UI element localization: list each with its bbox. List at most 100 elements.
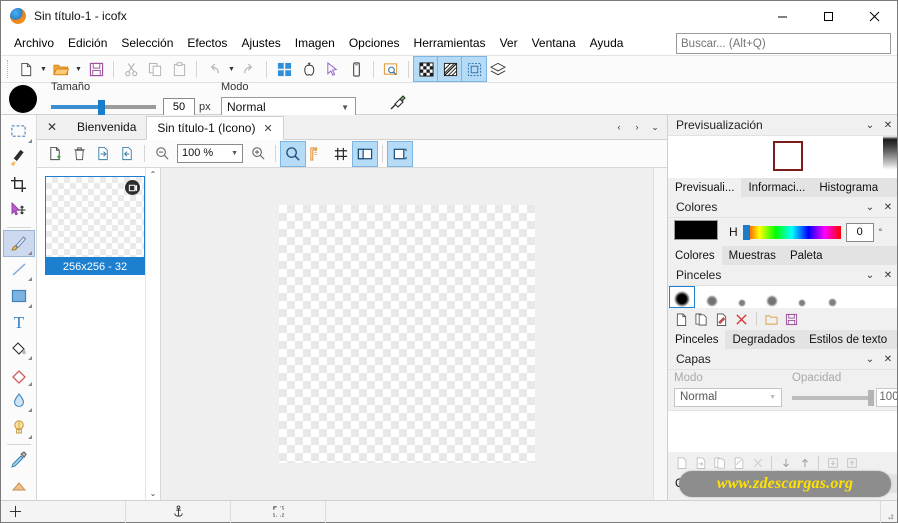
delete-brush-icon[interactable] <box>732 310 751 329</box>
paste-icon[interactable] <box>167 57 191 81</box>
tab-next-button[interactable]: › <box>629 119 645 135</box>
layer-opacity-slider[interactable] <box>792 396 874 400</box>
filmstrip-scrollbar[interactable]: ⌃ ⌄ <box>145 168 160 500</box>
new-layer-icon[interactable] <box>672 454 691 473</box>
blur-water-drop-tool[interactable] <box>4 388 34 413</box>
hue-slider-thumb[interactable] <box>742 224 750 240</box>
rectangle-select-tool[interactable] <box>4 119 34 144</box>
ruler-icon[interactable] <box>305 142 329 166</box>
tab-estilos-de-texto[interactable]: Estilos de texto <box>802 330 895 349</box>
tab-pinceles[interactable]: Pinceles <box>668 330 726 349</box>
text-tool[interactable]: T <box>4 310 34 335</box>
toolbar-grip[interactable] <box>7 60 10 78</box>
new-document-dropdown-icon[interactable]: ▼ <box>38 57 49 81</box>
color-swatches[interactable] <box>674 220 726 246</box>
tab-bienvenida[interactable]: Bienvenida <box>67 115 147 139</box>
open-folder-dropdown-icon[interactable]: ▼ <box>73 57 84 81</box>
tab-prev-button[interactable]: ‹ <box>611 119 627 135</box>
collapse-icon[interactable]: ⌄ <box>861 266 879 284</box>
menu-herramientas[interactable]: Herramientas <box>407 33 493 53</box>
mobile-device-icon[interactable] <box>344 57 368 81</box>
scroll-down-icon[interactable]: ⌄ <box>150 487 157 500</box>
paint-bucket-tool[interactable] <box>4 336 34 361</box>
icon-thumbnail-item[interactable]: 256x256 - 32 <box>45 176 145 275</box>
magnifier-view-icon[interactable] <box>280 140 306 167</box>
menu-archivo[interactable]: Archivo <box>7 33 61 53</box>
brush-preset-item[interactable] <box>820 287 844 307</box>
open-folder-icon[interactable] <box>49 57 73 81</box>
tab-paleta[interactable]: Paleta <box>782 246 830 265</box>
tab-list-menu-button[interactable]: ⌄ <box>647 119 663 135</box>
search-input[interactable] <box>676 33 891 54</box>
scroll-up-icon[interactable]: ⌃ <box>150 168 157 181</box>
image-canvas[interactable] <box>279 205 535 463</box>
menu-edicion[interactable]: Edición <box>61 33 114 53</box>
layer-opacity-value[interactable]: 100 <box>876 388 897 407</box>
layer-blend-mode-select[interactable]: Normal ▼ <box>674 388 782 407</box>
move-layer-down-icon[interactable] <box>776 454 795 473</box>
menu-ayuda[interactable]: Ayuda <box>583 33 631 53</box>
close-icon[interactable]: ✕ <box>879 116 897 134</box>
tab-colores[interactable]: Colores <box>668 246 722 265</box>
tab-acciones[interactable]: Acciones <box>770 474 832 493</box>
duplicate-layer-icon[interactable] <box>691 454 710 473</box>
brush-preview-swatch[interactable] <box>9 84 37 113</box>
undo-dropdown-icon[interactable]: ▼ <box>226 57 237 81</box>
tab-capas[interactable]: Capas <box>668 474 716 493</box>
rectangle-shape-tool[interactable] <box>4 283 34 308</box>
eyedropper-tool[interactable] <box>4 448 34 473</box>
line-tool[interactable] <box>4 257 34 282</box>
new-document-icon[interactable] <box>14 57 38 81</box>
save-brush-icon[interactable] <box>782 310 801 329</box>
cursor-icon[interactable] <box>320 57 344 81</box>
save-icon[interactable] <box>84 57 108 81</box>
brush-preset-item[interactable] <box>700 287 724 307</box>
tab-sin-titulo-1[interactable]: Sin título-1 (Icono) ✕ <box>146 116 284 140</box>
maximize-button[interactable] <box>805 1 851 31</box>
zoom-in-icon[interactable] <box>246 142 270 166</box>
close-icon[interactable]: ✕ <box>879 198 897 216</box>
grid-icon[interactable] <box>329 142 353 166</box>
menu-ventana[interactable]: Ventana <box>525 33 583 53</box>
magic-wand-tool[interactable] <box>4 145 34 170</box>
tab-histograma[interactable]: Histograma <box>812 178 886 197</box>
hue-value-input[interactable] <box>845 222 874 242</box>
paintbrush-tool[interactable] <box>2 229 35 258</box>
tab-previsualizacion[interactable]: Previsuali... <box>668 178 742 197</box>
brush-size-input[interactable] <box>163 97 195 117</box>
foreground-color-swatch[interactable] <box>674 220 718 240</box>
brush-preset-item[interactable] <box>790 287 814 307</box>
tab-historial[interactable]: Historial <box>715 474 771 493</box>
menu-ajustes[interactable]: Ajustes <box>234 33 287 53</box>
no-alpha-icon[interactable] <box>437 56 463 82</box>
move-layer-up-icon[interactable] <box>795 454 814 473</box>
close-icon[interactable]: ✕ <box>879 350 897 368</box>
brush-preset-item[interactable] <box>669 286 695 308</box>
windows-icon[interactable] <box>272 57 296 81</box>
preview-panel-body[interactable] <box>668 136 897 178</box>
new-image-icon[interactable] <box>43 142 67 166</box>
close-icon[interactable]: ✕ <box>879 266 897 284</box>
delete-layer-icon[interactable] <box>748 454 767 473</box>
crop-tool[interactable] <box>4 171 34 196</box>
undo-arrow-icon[interactable] <box>202 57 226 81</box>
export-image-icon[interactable] <box>115 142 139 166</box>
menu-efectos[interactable]: Efectos <box>180 33 234 53</box>
canvas-viewport[interactable] <box>161 168 653 500</box>
menu-ver[interactable]: Ver <box>493 33 525 53</box>
canvas-vertical-scrollbar[interactable] <box>653 168 667 500</box>
copy-icon[interactable] <box>143 57 167 81</box>
eraser-tool[interactable] <box>4 362 34 387</box>
dodge-burn-tool[interactable] <box>4 414 34 439</box>
minimize-button[interactable] <box>759 1 805 31</box>
cut-scissors-icon[interactable] <box>119 57 143 81</box>
delete-trash-icon[interactable] <box>67 142 91 166</box>
menu-seleccion[interactable]: Selección <box>114 33 180 53</box>
tab-degradados[interactable]: Degradados <box>725 330 803 349</box>
tab-informacion[interactable]: Informaci... <box>741 178 813 197</box>
export-layer-icon[interactable] <box>842 454 861 473</box>
close-icon[interactable]: ✕ <box>263 122 272 135</box>
close-button[interactable] <box>851 1 897 31</box>
split-view-icon[interactable] <box>352 140 378 167</box>
close-all-tabs-button[interactable]: ✕ <box>37 115 67 139</box>
